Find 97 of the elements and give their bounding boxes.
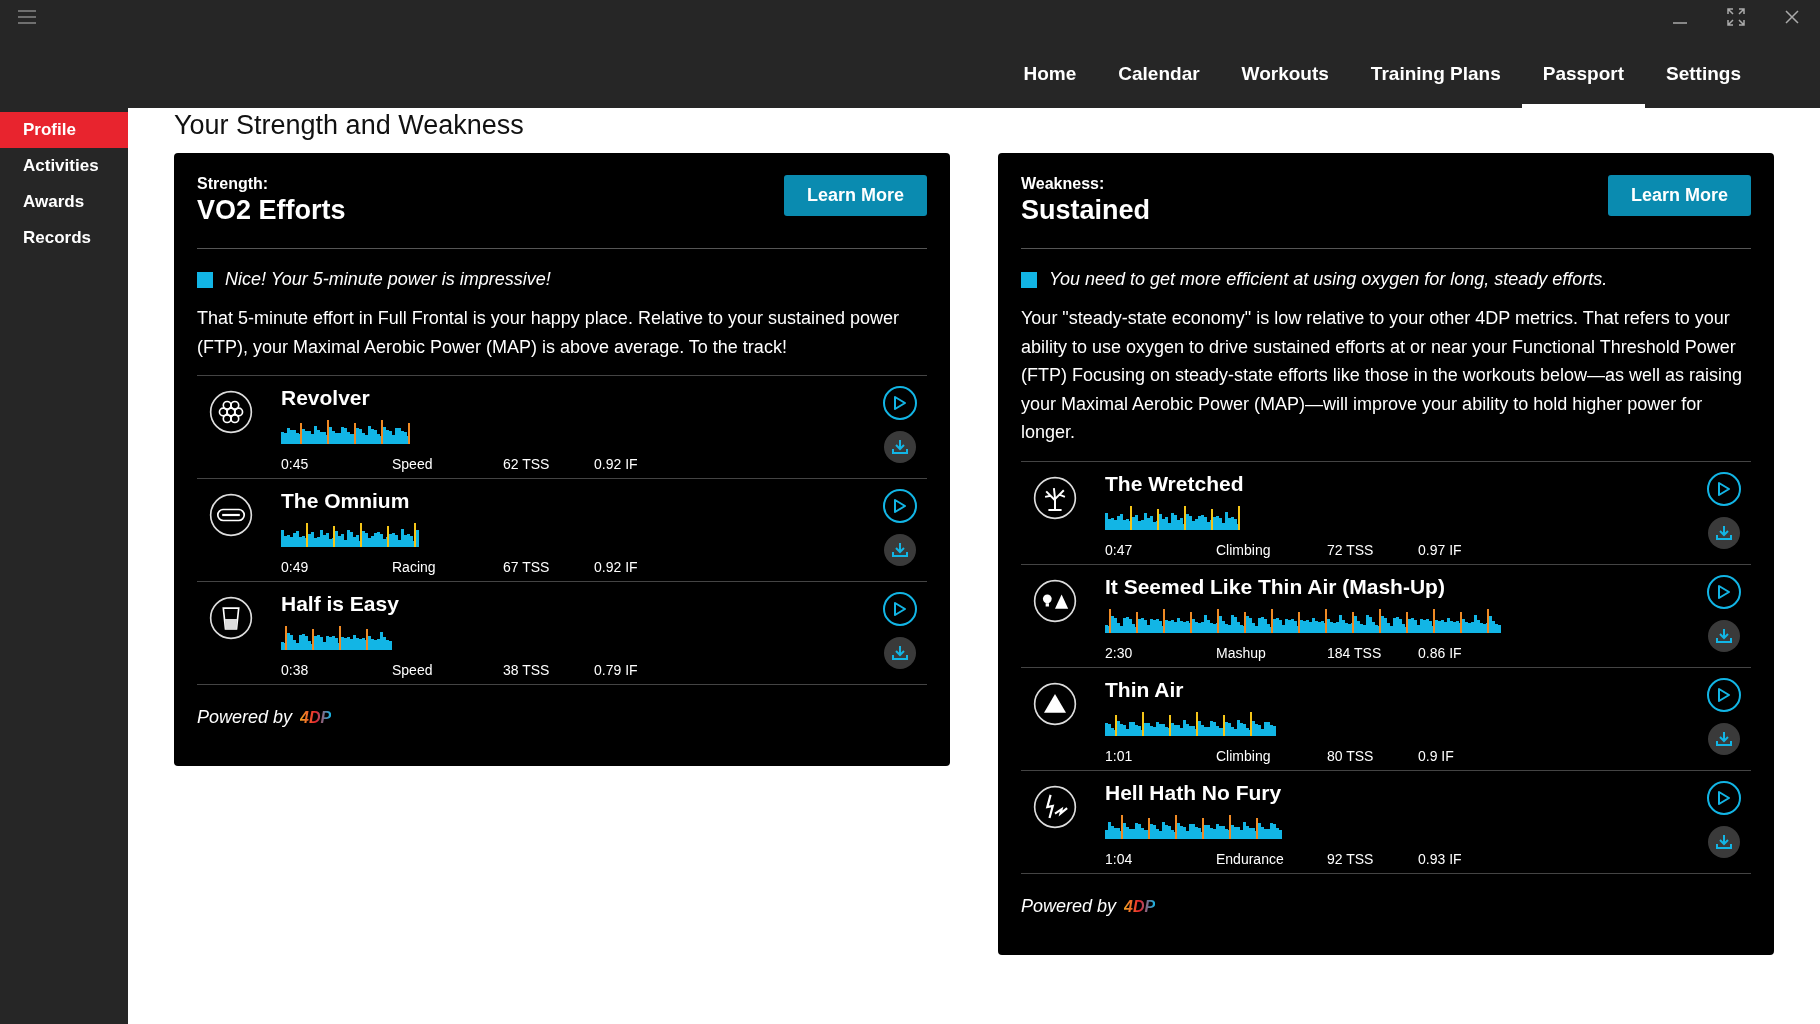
nav-tab[interactable]: Settings [1645,34,1762,108]
play-icon [893,601,907,617]
learn-more-button[interactable]: Learn More [783,175,927,216]
tss-text: 67 TSS [503,559,551,575]
intensity-text: 0.93 IF [1418,850,1462,867]
download-button[interactable] [1708,722,1740,755]
description-text: Your "steady-state economy" is low relative to your other 4DP metrics. That refers to your ability to use oxygen to drive sustained efforts at or near your Functional Threshold Power (FTP) Focusing on steady-state efforts like those in the workouts below—as well as raising your Maximal Aerobic Power (MAP)—will improve your ability to hold higher power for longer. [1021,307,1743,444]
nav-tab[interactable]: Passport [1521,34,1646,108]
sidebar-item[interactable]: Activities [0,148,128,184]
category-text: Racing [392,559,437,575]
play-button[interactable] [1707,677,1741,712]
page-heading: Your Strength and Weakness [174,110,525,141]
play-icon [893,498,907,514]
menu-icon[interactable] [18,10,36,24]
nav-tab[interactable]: Home [1002,34,1098,108]
workout-icon [209,596,253,640]
workout-name[interactable]: The Wretched [1105,471,1707,496]
play-button[interactable] [1707,471,1741,506]
tss-text: 92 TSS [1327,850,1375,867]
card-title: VO2 Efforts [197,195,346,226]
powered-by-text: Powered by [197,707,293,728]
play-button[interactable] [883,386,917,420]
play-button[interactable] [1707,574,1741,609]
tip-text: Nice! Your 5-minute power is impressive! [225,269,551,290]
play-icon [1717,480,1731,497]
workout-name[interactable]: It Seemed Like Thin Air (Mash-Up) [1105,574,1707,599]
download-icon [891,644,909,662]
workout-icon [1033,681,1077,726]
workout-icon [209,493,253,537]
square-icon [197,271,213,288]
nav-tab[interactable]: Calendar [1097,34,1221,108]
play-icon [893,395,907,411]
play-icon [1717,789,1731,806]
intensity-text: 0.79 IF [594,662,638,678]
download-icon [891,438,909,456]
download-icon [891,541,909,559]
duration-text: 0:47 [1105,541,1134,558]
workout-icon [1033,475,1077,520]
play-icon [1717,686,1731,703]
workout-icon [1033,578,1077,623]
download-icon [1715,523,1733,542]
duration-text: 1:04 [1105,850,1134,867]
workout-name[interactable]: Half is Easy [281,592,883,616]
play-button[interactable] [1707,780,1741,815]
download-button[interactable] [1708,516,1740,549]
card-title: Sustained [1021,195,1151,226]
sidebar-item[interactable]: Awards [0,184,128,220]
category-text: Speed [392,662,434,678]
duration-text: 0:38 [281,662,310,678]
duration-text: 0:49 [281,559,310,575]
duration-text: 0:45 [281,456,310,472]
download-button[interactable] [884,431,916,463]
play-icon [1717,583,1731,600]
tip-text: You need to get more efficient at using oxygen for long, steady efforts. [1049,269,1608,290]
duration-text: 1:01 [1105,747,1134,764]
sidebar-item[interactable]: Records [0,220,128,256]
tss-text: 38 TSS [503,662,551,678]
tss-text: 80 TSS [1327,747,1375,764]
download-button[interactable] [1708,825,1740,858]
learn-more-button[interactable]: Learn More [1607,175,1751,216]
category-text: Climbing [1216,541,1272,558]
category-text: Speed [392,456,434,472]
nav-tab[interactable]: Training Plans [1349,34,1522,108]
download-icon [1715,832,1733,851]
download-icon [1715,626,1733,645]
category-text: Mashup [1216,644,1267,661]
intensity-text: 0.86 IF [1418,644,1462,661]
intensity-text: 0.9 IF [1418,747,1454,764]
intensity-text: 0.92 IF [594,456,638,472]
workout-name[interactable]: Hell Hath No Fury [1105,780,1707,805]
category-text: Endurance [1216,850,1285,867]
workout-name[interactable]: Thin Air [1105,677,1707,702]
download-button[interactable] [884,534,916,566]
card-label: Weakness: [1021,175,1106,193]
download-icon [1715,729,1733,748]
play-button[interactable] [883,489,917,523]
duration-text: 2:30 [1105,644,1134,661]
workout-icon [209,390,253,434]
play-button[interactable] [883,592,917,626]
category-text: Climbing [1216,747,1272,764]
square-icon [1021,271,1037,288]
workout-name[interactable]: The Omnium [281,489,883,513]
powered-by-text: Powered by [1021,895,1117,917]
workout-icon [1033,784,1077,829]
intensity-text: 0.92 IF [594,559,638,575]
description-text: That 5-minute effort in Full Frontal is your happy place. Relative to your sustained power (FTP), your Maximal Aerobic Power (MAP) is above average. To the track! [197,307,901,359]
workout-name[interactable]: Revolver [281,386,883,410]
card-label: Strength: [197,175,270,193]
nav-tab[interactable]: Workouts [1220,34,1350,108]
download-button[interactable] [1708,619,1740,652]
tss-text: 184 TSS [1327,644,1383,661]
sidebar-item[interactable]: Profile [0,112,128,148]
download-button[interactable] [884,637,916,669]
tss-text: 72 TSS [1327,541,1375,558]
intensity-text: 0.97 IF [1418,541,1462,558]
tss-text: 62 TSS [503,456,551,472]
fullscreen-icon[interactable] [1726,7,1746,27]
